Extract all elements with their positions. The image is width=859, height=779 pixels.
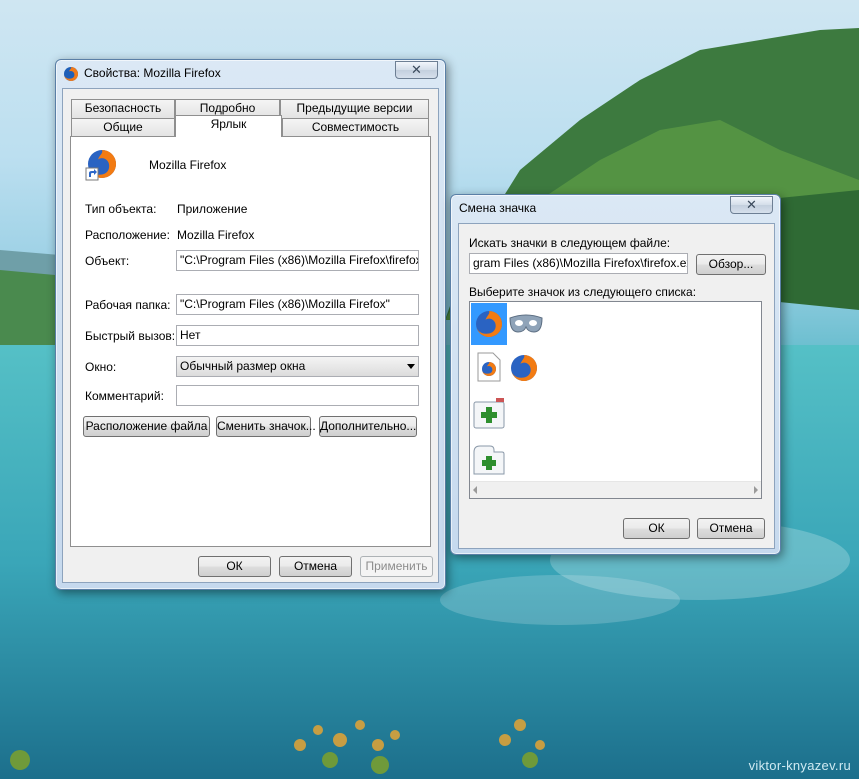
- hotkey-field[interactable]: Нет: [176, 325, 419, 346]
- tab-previous-versions[interactable]: Предыдущие версии: [280, 99, 429, 118]
- change-icon-button[interactable]: Сменить значок...: [216, 416, 316, 437]
- app-name: Mozilla Firefox: [149, 158, 227, 172]
- browse-button[interactable]: Обзор...: [696, 254, 766, 275]
- shortcut-panel: Mozilla Firefox Тип объекта: Приложение …: [70, 136, 431, 547]
- search-file-label: Искать значки в следующем файле:: [469, 236, 671, 250]
- type-label: Тип объекта:: [85, 202, 157, 216]
- horizontal-scrollbar[interactable]: [470, 481, 761, 498]
- properties-window: Свойства: Mozilla Firefox ✕ Безопасность…: [55, 59, 446, 590]
- tab-compatibility[interactable]: Совместимость: [282, 118, 429, 137]
- icon-option-selected[interactable]: [471, 303, 507, 345]
- location-label: Расположение:: [85, 228, 170, 242]
- location-value: Mozilla Firefox: [177, 228, 255, 242]
- cancel-button[interactable]: Отмена: [279, 556, 352, 577]
- new-window-icon[interactable]: [472, 442, 506, 476]
- tab-shortcut[interactable]: Ярлык: [175, 115, 282, 137]
- advanced-button[interactable]: Дополнительно...: [319, 416, 417, 437]
- scroll-right-icon[interactable]: [754, 486, 758, 494]
- chevron-down-icon: [407, 364, 415, 369]
- icon-list-label: Выберите значок из следующего списка:: [469, 285, 697, 299]
- document-firefox-icon[interactable]: [476, 352, 502, 382]
- hotkey-label: Быстрый вызов:: [85, 329, 176, 343]
- target-field[interactable]: "C:\Program Files (x86)\Mozilla Firefox\…: [176, 250, 419, 271]
- workdir-field[interactable]: "C:\Program Files (x86)\Mozilla Firefox": [176, 294, 419, 315]
- watermark: viktor-knyazev.ru: [748, 758, 851, 773]
- close-button[interactable]: ✕: [395, 61, 438, 79]
- scroll-left-icon[interactable]: [473, 486, 477, 494]
- target-label: Объект:: [85, 254, 130, 268]
- type-value: Приложение: [177, 202, 248, 216]
- dialog-body: Искать значки в следующем файле: gram Fi…: [458, 223, 775, 549]
- open-file-location-button[interactable]: Расположение файла: [83, 416, 210, 437]
- new-tab-icon[interactable]: [472, 396, 506, 430]
- apply-button[interactable]: Применить: [360, 556, 433, 577]
- window-title: Свойства: Mozilla Firefox: [84, 66, 221, 80]
- icon-list[interactable]: [469, 301, 762, 499]
- comment-label: Комментарий:: [85, 389, 164, 403]
- close-button[interactable]: ✕: [730, 196, 773, 214]
- ok-button[interactable]: ОК: [198, 556, 271, 577]
- window-select-value: Обычный размер окна: [180, 359, 306, 373]
- window-label: Окно:: [85, 360, 117, 374]
- separator: [85, 188, 416, 189]
- tab-general[interactable]: Общие: [71, 118, 175, 137]
- window-title: Смена значка: [459, 201, 537, 215]
- separator: [85, 281, 416, 282]
- comment-field[interactable]: [176, 385, 419, 406]
- ok-button[interactable]: ОК: [623, 518, 690, 539]
- icon-file-field[interactable]: gram Files (x86)\Mozilla Firefox\firefox…: [469, 253, 688, 274]
- cancel-button[interactable]: Отмена: [697, 518, 765, 539]
- firefox-icon[interactable]: [509, 353, 539, 383]
- dialog-body: Безопасность Подробно Предыдущие версии …: [62, 88, 439, 583]
- firefox-icon: [476, 311, 502, 337]
- workdir-label: Рабочая папка:: [85, 298, 171, 312]
- firefox-shortcut-icon: [85, 149, 117, 181]
- tab-security[interactable]: Безопасность: [71, 99, 175, 118]
- mask-icon[interactable]: [508, 312, 544, 336]
- firefox-icon: [64, 66, 79, 81]
- window-select[interactable]: Обычный размер окна: [176, 356, 419, 377]
- change-icon-window: Смена значка ✕ Искать значки в следующем…: [450, 194, 781, 555]
